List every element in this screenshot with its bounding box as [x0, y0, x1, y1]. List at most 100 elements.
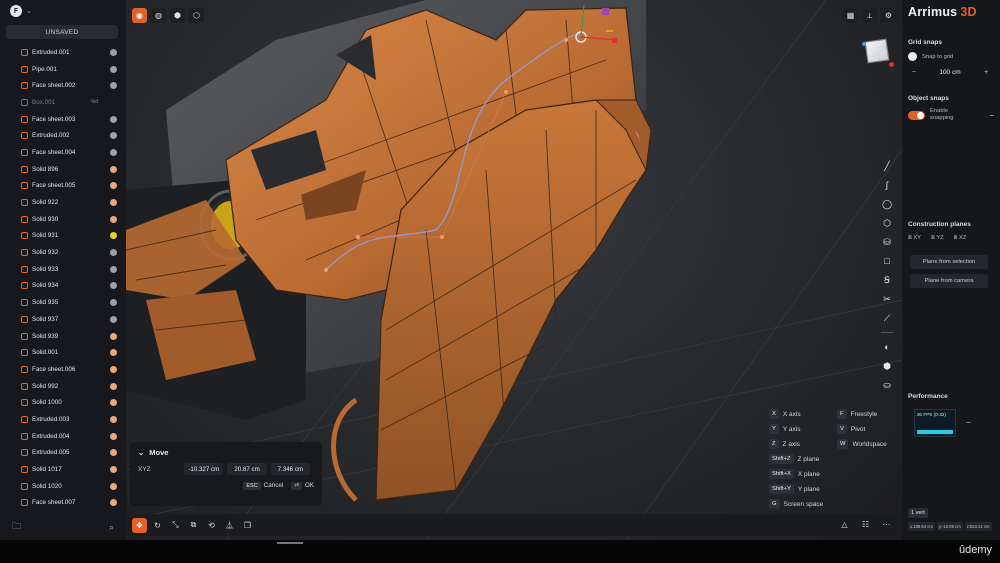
rectangle-tool-icon[interactable]: □: [879, 253, 895, 269]
layer-color-dot[interactable]: [110, 182, 117, 190]
layer-item[interactable]: Face sheet.006: [0, 361, 126, 378]
layer-color-dot[interactable]: [110, 82, 117, 90]
more-icon[interactable]: ⋯: [879, 517, 894, 532]
spline-tool-icon[interactable]: Ꞩ: [879, 272, 895, 288]
folder-icon[interactable]: 🗀: [12, 519, 21, 535]
collapse-icon[interactable]: −: [966, 418, 971, 427]
duplicate-tool-icon[interactable]: ❐: [240, 518, 255, 533]
layer-item[interactable]: Extruded.003: [0, 411, 126, 428]
layer-item[interactable]: Solid 1020: [0, 478, 126, 495]
layer-item[interactable]: Extruded.001: [0, 44, 126, 61]
layer-item[interactable]: Solid 992: [0, 378, 126, 395]
ok-button[interactable]: ⏎ OK: [291, 482, 314, 490]
mirror-tool-icon[interactable]: ⏅: [222, 518, 237, 533]
select-tool-icon[interactable]: ◉: [132, 8, 147, 23]
layer-item[interactable]: Solid 930: [0, 211, 126, 228]
app-logo[interactable]: F: [10, 5, 22, 17]
cube-tool-icon[interactable]: ⬢: [879, 358, 895, 374]
layer-item[interactable]: Face sheet.005: [0, 178, 126, 195]
chevron-down-icon[interactable]: ⌄: [138, 448, 144, 457]
document-status[interactable]: UNSAVED: [6, 25, 118, 39]
cancel-button[interactable]: ESC Cancel: [243, 482, 283, 490]
increment-icon[interactable]: +: [984, 69, 988, 76]
grid-size-stepper[interactable]: − 100 cm +: [908, 66, 992, 79]
layer-item[interactable]: Solid 896: [0, 161, 126, 178]
grid-size-value[interactable]: 100 cm: [939, 69, 960, 76]
layer-color-dot[interactable]: [110, 449, 117, 457]
layer-color-dot[interactable]: [110, 249, 117, 257]
plane-xz-button[interactable]: ⧈ XZ: [954, 235, 967, 242]
layer-item[interactable]: Solid 933: [0, 261, 126, 278]
decrement-icon[interactable]: −: [912, 69, 916, 76]
layer-color-dot[interactable]: [110, 282, 117, 290]
cylinder-tool-icon[interactable]: ⛁: [879, 234, 895, 250]
layer-item[interactable]: Face sheet.002: [0, 77, 126, 94]
plane-xy-button[interactable]: ⧈ XY: [908, 235, 921, 242]
cylinder-solid-icon[interactable]: ⛀: [879, 377, 895, 393]
search-icon[interactable]: ⌕: [109, 522, 114, 533]
plane-from-camera-button[interactable]: Plane from camera: [910, 274, 988, 288]
layer-color-dot[interactable]: [110, 199, 117, 207]
circle-tool-icon[interactable]: ◯: [879, 196, 895, 212]
layer-color-dot[interactable]: [110, 48, 117, 56]
layer-item[interactable]: Solid 939: [0, 328, 126, 345]
layer-item[interactable]: Box.001 hid: [0, 94, 126, 111]
line-tool-icon[interactable]: ╱: [879, 158, 895, 174]
layer-item[interactable]: Pipe.001: [0, 61, 126, 78]
layer-color-dot[interactable]: [110, 148, 117, 156]
bend-tool-icon[interactable]: ⟋: [879, 310, 895, 326]
layer-item[interactable]: Face sheet.003: [0, 111, 126, 128]
layer-color-dot[interactable]: [110, 132, 117, 140]
snap-to-grid-option[interactable]: Snap to grid: [908, 52, 953, 61]
view-cube[interactable]: [864, 38, 890, 64]
layer-item[interactable]: Solid 934: [0, 278, 126, 295]
layer-item[interactable]: Extruded.002: [0, 127, 126, 144]
layer-color-dot[interactable]: [110, 482, 117, 490]
enable-snapping-option[interactable]: Enable snapping −: [908, 108, 994, 122]
align-icon[interactable]: ☷: [858, 517, 873, 532]
layer-item[interactable]: Solid 935: [0, 294, 126, 311]
collapse-icon[interactable]: −: [989, 111, 994, 120]
layer-color-dot[interactable]: [110, 165, 117, 173]
move-y-field[interactable]: 20.87 cm: [227, 463, 267, 475]
layer-color-dot[interactable]: [110, 332, 117, 340]
curve-tool-icon[interactable]: ∫: [879, 177, 895, 193]
layer-item[interactable]: Solid 932: [0, 244, 126, 261]
move-x-field[interactable]: -10.327 cm: [184, 463, 224, 475]
layer-color-dot[interactable]: [110, 65, 117, 73]
layer-color-dot[interactable]: [110, 432, 117, 440]
axes-icon[interactable]: ⟂: [862, 8, 877, 23]
layer-color-dot[interactable]: [110, 315, 117, 323]
layer-item[interactable]: Solid.001: [0, 344, 126, 361]
layer-color-dot[interactable]: [110, 215, 117, 223]
layer-item[interactable]: Extruded.005: [0, 445, 126, 462]
box-view-icon[interactable]: ⬡: [189, 8, 204, 23]
layer-color-dot[interactable]: [110, 299, 117, 307]
cut-tool-icon[interactable]: ✂: [879, 291, 895, 307]
snap-to-grid-radio[interactable]: [908, 52, 917, 61]
move-z-field[interactable]: 7.346 cm: [270, 463, 310, 475]
warning-icon[interactable]: △: [837, 517, 852, 532]
chevron-down-icon[interactable]: ⌄: [26, 7, 32, 15]
extrude-tool-icon[interactable]: ⧉: [186, 518, 201, 533]
layer-color-dot[interactable]: [110, 382, 117, 390]
layer-item[interactable]: Solid 1017: [0, 461, 126, 478]
layer-color-dot[interactable]: [110, 365, 117, 373]
layer-item[interactable]: Solid 1000: [0, 394, 126, 411]
layer-color-dot[interactable]: [110, 349, 117, 357]
layer-item[interactable]: Solid 937: [0, 311, 126, 328]
layer-item[interactable]: Solid 931: [0, 228, 126, 245]
layer-item[interactable]: Solid 922: [0, 194, 126, 211]
layer-color-dot[interactable]: [110, 265, 117, 273]
settings-gear-icon[interactable]: ⚙: [881, 8, 896, 23]
grid-plane-icon[interactable]: ▦: [843, 8, 858, 23]
boolean-tool-icon[interactable]: ◐: [879, 339, 895, 355]
scrub-handle[interactable]: [277, 542, 303, 544]
layer-color-dot[interactable]: [110, 232, 117, 240]
move-tool-icon[interactable]: ✥: [132, 517, 147, 533]
layer-color-dot[interactable]: [110, 466, 117, 474]
layer-color-dot[interactable]: [110, 499, 117, 507]
layer-item[interactable]: Face sheet.004: [0, 144, 126, 161]
layer-color-dot[interactable]: [110, 399, 117, 407]
rotate-tool-icon[interactable]: ↻: [150, 518, 165, 533]
